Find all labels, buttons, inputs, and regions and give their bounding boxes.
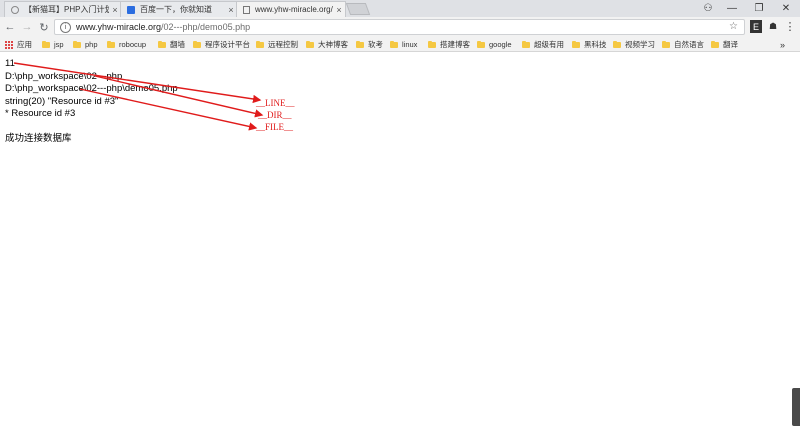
tab-title: www.yhw-miracle.org/ [255,5,333,14]
bookmark-label: robocup [119,40,147,49]
bookmark-label: 视频学习 [625,40,655,49]
scrollbar-thumb[interactable] [792,388,800,426]
bookmark-folder[interactable]: linux [390,39,417,50]
folder-icon [306,40,314,48]
baidu-favicon-icon [127,5,135,14]
bookmark-label: 远程控制 [268,40,298,49]
bookmarks-bar: 应用 jsp php robocup 翻墙 程序设计平台 远程控制 大神博客 软… [0,37,800,52]
extension-icon[interactable]: E [750,20,762,33]
bookmark-label: 大神博客 [318,40,348,49]
bookmark-label: 程序设计平台 [205,40,250,49]
bookmark-folder[interactable]: 大神博客 [306,39,348,50]
bookmark-label: 搭建博客 [440,40,470,49]
folder-icon [73,40,81,48]
bookmark-folder[interactable]: 超级有用 [522,39,564,50]
bookmark-folder[interactable]: 远程控制 [256,39,298,50]
reload-button[interactable]: ↻ [37,19,51,35]
folder-icon [428,40,436,48]
folder-icon [390,40,398,48]
bookmark-label: php [85,40,98,49]
restore-button[interactable]: ❐ [745,0,773,17]
annotation-file: __FILE__ [256,122,293,132]
folder-icon [42,40,50,48]
minimize-button[interactable]: — [718,0,746,17]
folder-icon [256,40,264,48]
tab-php-course[interactable]: 【新猫耳】PHP入门计划 × [4,1,122,17]
bookmark-label: google [489,40,512,49]
bookmark-folder[interactable]: 翻墙 [158,39,185,50]
bookmark-folder[interactable]: robocup [107,39,146,50]
bookmark-folder[interactable]: php [73,39,98,50]
output-line-number: 11 [5,58,15,69]
bookmark-folder[interactable]: google [477,39,512,50]
bookmark-folder[interactable]: jsp [42,39,64,50]
menu-icon[interactable]: ⋮ [784,20,796,33]
bookmark-folder[interactable]: 自然语言 [662,39,704,50]
bookmark-label: 应用 [17,40,32,49]
back-button[interactable]: ← [3,19,17,35]
bookmark-folder[interactable]: 翻译 [711,39,738,50]
tab-baidu[interactable]: 百度一下，你就知道 × [120,1,238,17]
folder-icon [477,40,485,48]
tab-demo05[interactable]: www.yhw-miracle.org/ × [236,1,346,17]
apps-icon [5,40,13,49]
bookmark-folder[interactable]: 搭建博客 [428,39,470,50]
bookmark-folder[interactable]: 黑科技 [572,39,607,50]
bookmark-label: 翻墙 [170,40,185,49]
bookmarks-overflow-button[interactable]: » [780,39,785,50]
bookmark-label: 翻译 [723,40,738,49]
folder-icon [572,40,580,48]
address-bar[interactable]: i www.yhw-miracle.org/02---php/demo05.ph… [54,19,745,35]
url-path: /02---php/demo05.php [161,22,251,32]
page-favicon-icon [243,5,250,14]
bookmark-folder[interactable]: 视频学习 [613,39,655,50]
folder-icon [711,40,719,48]
bookmark-star-icon[interactable]: ☆ [729,21,738,32]
folder-icon [522,40,530,48]
annotation-line: __LINE__ [256,98,295,108]
bookmark-label: 软考 [368,40,383,49]
forward-button[interactable]: → [20,19,34,35]
bookmark-folder[interactable]: 程序设计平台 [193,39,250,50]
site-favicon-icon [11,5,19,14]
output-connect-success: 成功连接数据库 [5,132,72,144]
tab-close-icon[interactable]: × [333,5,345,15]
folder-icon [662,40,670,48]
extension-icon[interactable]: ☗ [767,20,779,33]
url-host: www.yhw-miracle.org [76,22,162,32]
new-tab-button[interactable] [345,3,371,15]
page-output: 11 D:\php_workspace\02---php D:\php_work… [5,58,178,145]
output-resource: * Resource id #3 [5,108,76,119]
bookmark-label: 黑科技 [584,40,607,49]
bookmark-apps[interactable]: 应用 [5,39,32,50]
output-dir-path: D:\php_workspace\02---php [5,70,123,82]
bookmark-folder[interactable]: 软考 [356,39,383,50]
bookmark-label: jsp [54,40,64,49]
folder-icon [613,40,621,48]
tab-strip: 【新猫耳】PHP入门计划 × 百度一下，你就知道 × www.yhw-mirac… [0,0,800,17]
folder-icon [193,40,201,48]
info-icon[interactable]: i [60,21,71,33]
output-file-path: D:\php_workspace\02---php\demo05.php [5,83,178,94]
bookmark-label: 超级有用 [534,40,564,49]
bookmark-label: linux [402,40,418,49]
folder-icon [158,40,166,48]
close-window-button[interactable]: ✕ [772,0,800,17]
annotation-dir: __DIR__ [258,110,292,120]
tab-title: 【新猫耳】PHP入门计划 [24,5,109,14]
output-var-dump: string(20) "Resource id #3" [5,95,119,107]
folder-icon [356,40,364,48]
folder-icon [107,40,115,48]
bookmark-label: 自然语言 [674,40,704,49]
browser-toolbar: ← → ↻ i www.yhw-miracle.org/02---php/dem… [0,17,800,37]
tab-title: 百度一下，你就知道 [140,5,212,14]
